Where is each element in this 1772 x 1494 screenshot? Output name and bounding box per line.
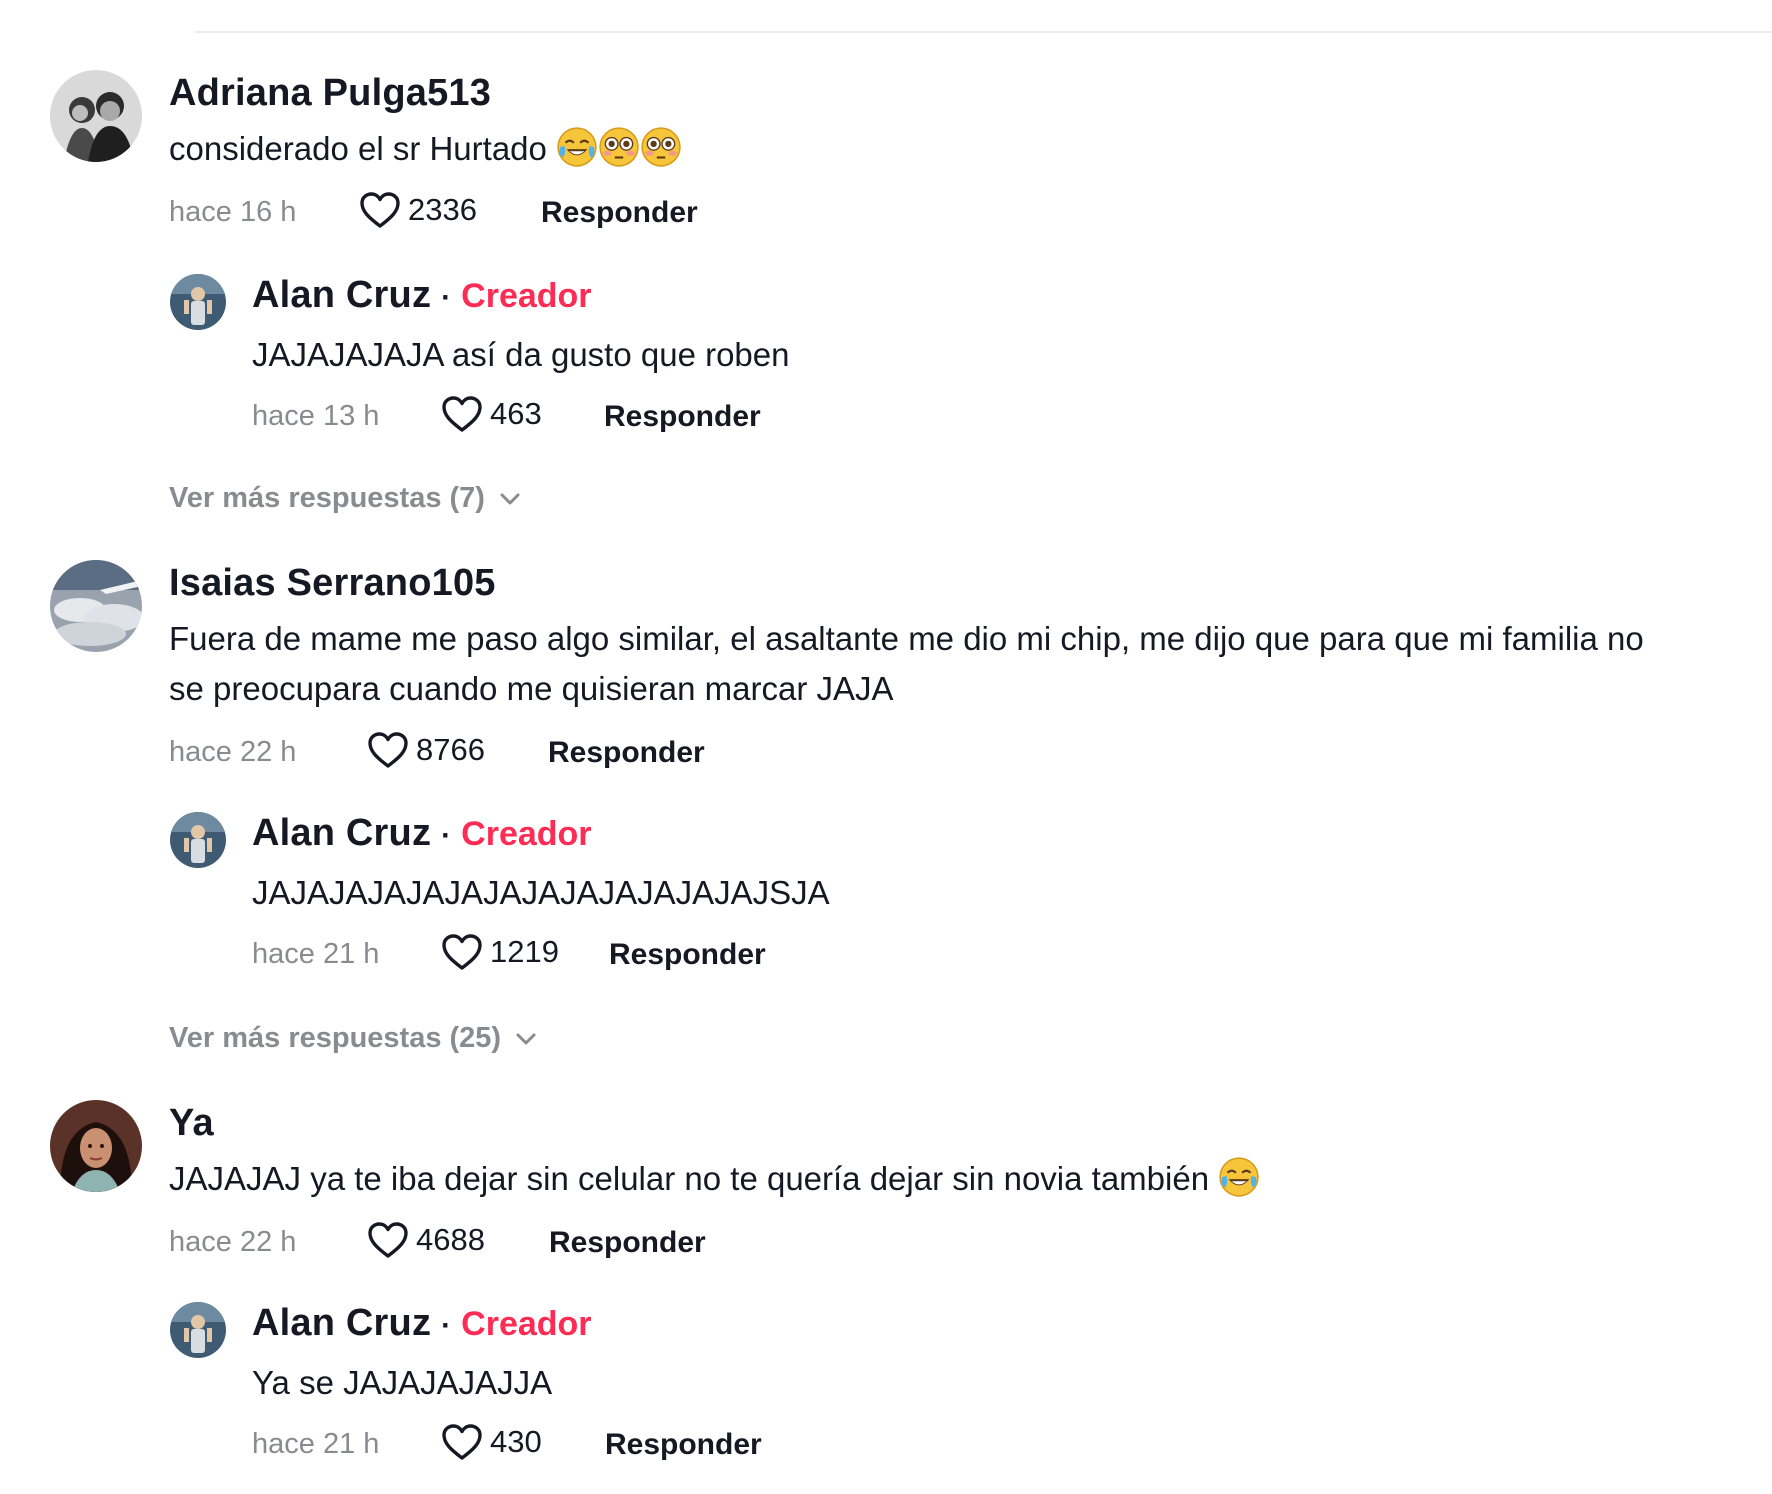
heart-icon[interactable] [366,1220,410,1260]
view-more-replies-label: Ver más respuestas (25) [169,1022,502,1054]
reply-text: JAJAJAJAJAJAJAJAJAJAJAJAJAJSJA [252,874,830,911]
joy-emoji-icon [556,126,598,168]
chevron-down-icon [516,1033,536,1044]
reply-author[interactable]: Alan Cruz [252,812,431,855]
separator-dot: · [441,819,452,852]
view-more-replies[interactable]: Ver más respuestas (7) [169,482,521,515]
comment-text: JAJAJAJ ya te iba dejar sin celular no t… [169,1154,1260,1204]
reply-header: Alan Cruz · Creador [252,1302,592,1345]
heart-icon[interactable] [366,730,410,770]
like-count: 463 [490,396,542,431]
joy-emoji-icon [1218,1156,1260,1198]
reply-header: Alan Cruz · Creador [252,274,592,317]
reply-time: hace 21 h [252,938,380,970]
like-count: 8766 [416,732,485,767]
separator-dot: · [441,1309,452,1342]
reply-time: hace 13 h [252,400,380,432]
heart-icon[interactable] [440,1422,484,1462]
flushed-emoji-icon [598,126,640,168]
comment-author[interactable]: Ya [169,1102,214,1145]
like-button[interactable]: 463 [440,394,542,434]
flushed-emoji-icon [640,126,682,168]
like-button[interactable]: 1219 [440,932,559,972]
like-button[interactable]: 8766 [366,730,485,770]
like-button[interactable]: 4688 [366,1220,485,1260]
reply-button[interactable]: Responder [604,400,761,434]
avatar[interactable] [50,560,142,652]
reply-button[interactable]: Responder [609,938,766,972]
separator-dot: · [441,281,452,314]
creator-badge: Creador [461,277,592,315]
like-count: 430 [490,1424,542,1459]
chevron-down-icon [500,493,520,504]
view-more-replies[interactable]: Ver más respuestas (25) [169,1022,537,1055]
comment-author[interactable]: Adriana Pulga513 [169,72,491,115]
reply-button[interactable]: Responder [549,1226,706,1260]
reply-button[interactable]: Responder [605,1428,762,1462]
top-divider [195,31,1772,33]
like-button[interactable]: 2336 [358,190,477,230]
creator-badge: Creador [461,815,592,853]
heart-icon[interactable] [440,394,484,434]
comment-author[interactable]: Isaias Serrano105 [169,562,496,605]
heart-icon[interactable] [440,932,484,972]
creator-badge: Creador [461,1305,592,1343]
comment-text-line-1: Fuera de mame me paso algo similar, el a… [169,620,1644,657]
reply-header: Alan Cruz · Creador [252,812,592,855]
avatar[interactable] [170,812,226,868]
like-count: 1219 [490,934,559,969]
avatar[interactable] [50,1100,142,1192]
comments-panel: Adriana Pulga513 considerado el sr Hurta… [0,0,1772,1494]
like-button[interactable]: 430 [440,1422,542,1462]
reply-button[interactable]: Responder [541,196,698,230]
comment-text-content: considerado el sr Hurtado [169,130,547,167]
view-more-replies-label: Ver más respuestas (7) [169,482,485,514]
comment-time: hace 16 h [169,196,297,228]
like-count: 4688 [416,1222,485,1257]
reply-text: JAJAJAJAJA así da gusto que roben [252,336,790,373]
reply-author[interactable]: Alan Cruz [252,1302,431,1345]
comment-time: hace 22 h [169,1226,297,1258]
reply-button[interactable]: Responder [548,736,705,770]
reply-author[interactable]: Alan Cruz [252,274,431,317]
heart-icon[interactable] [358,190,402,230]
comment-time: hace 22 h [169,736,297,768]
reply-time: hace 21 h [252,1428,380,1460]
reply-text: Ya se JAJAJAJAJJA [252,1364,553,1401]
comment-text-content: JAJAJAJ ya te iba dejar sin celular no t… [169,1160,1210,1197]
avatar[interactable] [170,1302,226,1358]
comment-text: considerado el sr Hurtado [169,124,682,174]
comment-text-line-2: se preocupara cuando me quisieran marcar… [169,670,894,707]
avatar[interactable] [170,274,226,330]
avatar[interactable] [50,70,142,162]
like-count: 2336 [408,192,477,227]
